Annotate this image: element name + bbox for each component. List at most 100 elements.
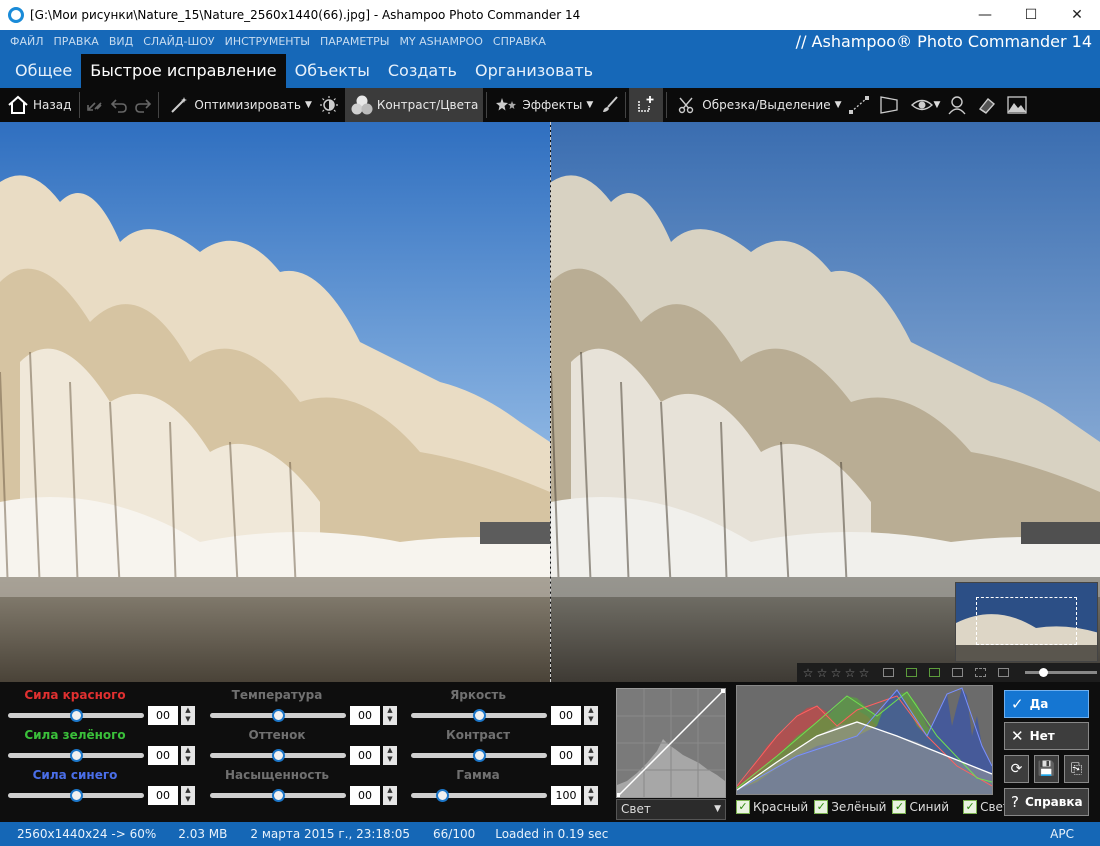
tab-create[interactable]: Создать <box>379 54 466 88</box>
redo-icon[interactable] <box>131 93 155 117</box>
tone-curve-editor[interactable] <box>615 688 726 798</box>
menu-view[interactable]: ВИД <box>109 35 133 48</box>
tab-general[interactable]: Общее <box>6 54 81 88</box>
tab-quick-fix[interactable]: Быстрое исправление <box>81 54 286 88</box>
spinner-arrows-icon[interactable]: ▲ ▼ <box>181 786 195 805</box>
star-icon[interactable]: ☆ <box>829 666 843 680</box>
tab-organize[interactable]: Организовать <box>466 54 602 88</box>
slider-value[interactable]: 00 <box>350 706 380 725</box>
menu-my-ashampoo[interactable]: MY ASHAMPOO <box>399 35 482 48</box>
slider-value[interactable]: 00 <box>148 706 178 725</box>
close-button[interactable]: ✕ <box>1054 0 1100 30</box>
spinner-arrows-icon[interactable]: ▲ ▼ <box>181 746 195 765</box>
crop-selection-button[interactable]: Обрезка/Выделение ▼ <box>670 88 846 122</box>
spinner-arrows-icon[interactable]: ▲ ▼ <box>383 706 397 725</box>
slider-track[interactable] <box>210 789 346 802</box>
brightness-icon[interactable] <box>317 93 341 117</box>
reset-button[interactable]: ⟳ <box>1004 755 1029 783</box>
slider-knob[interactable] <box>436 789 450 802</box>
slider-track[interactable] <box>411 789 547 802</box>
slider-track[interactable] <box>411 749 547 762</box>
slider-value[interactable]: 00 <box>551 746 581 765</box>
menu-help[interactable]: СПРАВКА <box>493 35 546 48</box>
checkbox-checked-icon[interactable]: ✓ <box>736 800 750 814</box>
checkbox-checked-icon[interactable]: ✓ <box>814 800 829 814</box>
portrait-icon[interactable] <box>945 93 969 117</box>
slider-track[interactable] <box>210 749 346 762</box>
spinner-arrows-icon[interactable]: ▲ ▼ <box>584 706 598 725</box>
slider-knob[interactable] <box>70 709 83 722</box>
legend-red[interactable]: ✓ Красный <box>736 800 808 814</box>
slider-knob[interactable] <box>272 709 285 722</box>
maximize-button[interactable]: ☐ <box>1008 0 1054 30</box>
spinner-arrows-icon[interactable]: ▲ ▼ <box>383 746 397 765</box>
spinner-arrows-icon[interactable]: ▲ ▼ <box>584 746 598 765</box>
slider-track[interactable] <box>210 709 346 722</box>
slider-value[interactable]: 00 <box>350 746 380 765</box>
selection-tool-button[interactable] <box>629 88 664 122</box>
minimize-button[interactable]: — <box>962 0 1008 30</box>
slider-track[interactable] <box>411 709 547 722</box>
legend-blue[interactable]: ✓ Синий <box>892 800 949 814</box>
slider-knob[interactable] <box>473 749 486 762</box>
curve-channel-select[interactable]: Свет ▼ <box>616 799 726 820</box>
monitor-icon[interactable] <box>998 668 1009 677</box>
slider-track[interactable] <box>8 789 144 802</box>
spinner-arrows-icon[interactable]: ▲ ▼ <box>383 786 397 805</box>
undo-icon[interactable] <box>107 93 131 117</box>
slider-knob[interactable] <box>473 709 486 722</box>
slider-knob[interactable] <box>272 749 285 762</box>
spinner-arrows-icon[interactable]: ▲ ▼ <box>584 786 598 805</box>
menu-tools[interactable]: ИНСТРУМЕНТЫ <box>225 35 310 48</box>
slider-knob[interactable] <box>70 789 83 802</box>
legend-green[interactable]: ✓ Зелёный <box>814 800 886 814</box>
no-button[interactable]: ✕ Нет <box>1004 722 1089 750</box>
checkbox-checked-icon[interactable]: ✓ <box>963 800 978 814</box>
legend-light[interactable]: ✓ Свет <box>963 800 1010 814</box>
yes-button[interactable]: ✓ Да <box>1004 690 1089 718</box>
slider-value[interactable]: 00 <box>148 746 178 765</box>
navigator-thumbnail[interactable] <box>955 582 1098 662</box>
slider-value[interactable]: 100 <box>551 786 581 805</box>
landscape-icon[interactable] <box>1005 93 1029 117</box>
slider-track[interactable] <box>8 749 144 762</box>
menu-slideshow[interactable]: СЛАЙД-ШОУ <box>143 35 214 48</box>
zoom-slider-knob[interactable] <box>1039 668 1048 677</box>
compare-icon[interactable] <box>906 668 917 677</box>
slider-knob[interactable] <box>272 789 285 802</box>
menu-edit[interactable]: ПРАВКА <box>54 35 99 48</box>
help-button[interactable]: ? Справка <box>1004 788 1089 816</box>
view-mode-icon[interactable] <box>883 668 894 677</box>
checkbox-checked-icon[interactable]: ✓ <box>892 800 907 814</box>
tab-objects[interactable]: Объекты <box>286 54 379 88</box>
export-preset-button[interactable]: ⎘ <box>1064 755 1089 783</box>
star-icon[interactable]: ☆ <box>801 666 815 680</box>
fit-icon[interactable] <box>975 668 986 677</box>
navigator-viewport[interactable] <box>976 597 1077 645</box>
eraser-icon[interactable] <box>975 93 999 117</box>
menu-file[interactable]: ФАЙЛ <box>10 35 44 48</box>
slider-value[interactable]: 00 <box>350 786 380 805</box>
back-button[interactable]: Назад <box>0 88 76 122</box>
slider-knob[interactable] <box>70 749 83 762</box>
zoom-slider[interactable] <box>1025 668 1097 677</box>
before-after-icon[interactable] <box>952 668 963 677</box>
star-icon[interactable]: ☆ <box>815 666 829 680</box>
slider-track[interactable] <box>8 709 144 722</box>
slider-value[interactable]: 00 <box>148 786 178 805</box>
image-viewer[interactable]: ☆ ☆ ☆ ☆ ☆ <box>0 122 1100 682</box>
star-icon[interactable]: ☆ <box>843 666 857 680</box>
optimize-button[interactable]: Оптимизировать ▼ <box>162 88 316 122</box>
spinner-arrows-icon[interactable]: ▲ ▼ <box>181 706 195 725</box>
save-preset-button[interactable]: 💾 <box>1034 755 1059 783</box>
brush-icon[interactable] <box>598 93 622 117</box>
star-icon[interactable]: ☆ <box>857 666 871 680</box>
effects-button[interactable]: Эффекты ▼ <box>490 88 598 122</box>
line-tool-icon[interactable] <box>847 93 871 117</box>
slider-value[interactable]: 00 <box>551 706 581 725</box>
contrast-colors-button[interactable]: Контраст/Цвета <box>344 88 484 122</box>
reset-icon[interactable] <box>83 93 107 117</box>
split-view-icon[interactable] <box>929 668 940 677</box>
menu-options[interactable]: ПАРАМЕТРЫ <box>320 35 389 48</box>
red-eye-button[interactable]: ▼ <box>905 88 946 122</box>
